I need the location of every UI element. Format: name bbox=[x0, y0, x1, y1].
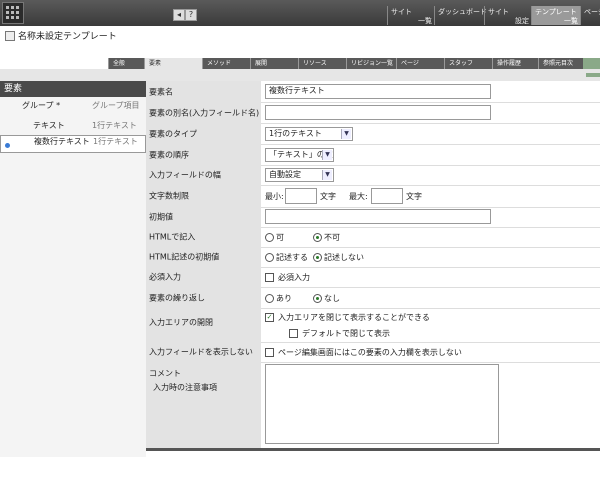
label-width: 入力フィールドの幅 bbox=[149, 170, 221, 180]
order-select[interactable]: 「テキスト」の次 ▼ bbox=[265, 148, 334, 162]
row-comment: コメント 入力時の注意事項 bbox=[146, 362, 600, 448]
form-bottom-border bbox=[146, 448, 600, 451]
charlimit-min-input[interactable] bbox=[285, 188, 317, 204]
selected-indicator-icon bbox=[5, 143, 10, 148]
nav-site-settings[interactable]: サイト 設定 bbox=[484, 6, 532, 25]
row-type: 要素のタイプ 1行のテキスト ▼ bbox=[146, 123, 600, 145]
label-area-toggle: 入力エリアの開閉 bbox=[149, 318, 213, 327]
label-order: 要素の順序 bbox=[149, 150, 189, 159]
label-element-name: 要素名 bbox=[149, 87, 173, 96]
row-charlimit: 文字数制限 最小: 文字 最大: 文字 bbox=[146, 185, 600, 208]
chevron-down-icon: ▼ bbox=[322, 170, 332, 180]
type-select[interactable]: 1行のテキスト ▼ bbox=[265, 127, 353, 141]
tab-bar: 全般 要素 メソッド 展開 リソース リビジョン一覧 ページ スタッフ 操作履歴… bbox=[0, 58, 600, 69]
tab-resources[interactable]: リソース bbox=[298, 58, 346, 69]
label-repeat: 要素の繰り返し bbox=[149, 293, 205, 302]
row-initial: 初期値 bbox=[146, 207, 600, 228]
label-charlimit: 文字数制限 bbox=[149, 191, 189, 201]
comment-textarea[interactable] bbox=[265, 364, 499, 444]
html-default-nowrite-radio[interactable] bbox=[313, 253, 322, 262]
html-input-yes-radio[interactable] bbox=[265, 233, 274, 242]
hide-field-checkbox[interactable] bbox=[265, 348, 274, 357]
app-logo-icon[interactable] bbox=[2, 2, 24, 24]
required-checkbox[interactable] bbox=[265, 273, 274, 282]
row-repeat: 要素の繰り返し あり なし bbox=[146, 287, 600, 309]
tab-bar-end bbox=[583, 58, 600, 69]
nav-template-list[interactable]: テンプレート 一覧 bbox=[531, 6, 581, 25]
chevron-down-icon: ▼ bbox=[341, 129, 351, 139]
nav-dashboard[interactable]: ダッシュボード bbox=[434, 6, 487, 25]
sidebar-item-multiline-text[interactable]: 複数行テキスト 1行テキスト bbox=[0, 135, 146, 153]
sidebar-item-group[interactable]: グループ * グループ項目 bbox=[0, 97, 146, 115]
help-icon[interactable]: ? bbox=[185, 9, 197, 21]
area-default-closed-checkbox[interactable] bbox=[289, 329, 298, 338]
row-html-default: HTML記述の初期値 記述する 記述しない bbox=[146, 247, 600, 268]
label-html-input: HTMLで記入 bbox=[149, 232, 196, 242]
label-comment-hint: 入力時の注意事項 bbox=[153, 383, 217, 392]
tab-elements[interactable]: 要素 bbox=[144, 58, 202, 69]
tab-pages[interactable]: ページ bbox=[396, 58, 444, 69]
initial-value-input[interactable] bbox=[265, 209, 491, 224]
label-hide-field: 入力フィールドを表示しない bbox=[149, 347, 253, 357]
tab-revisions[interactable]: リビジョン一覧 bbox=[346, 58, 396, 69]
label-html-default: HTML記述の初期値 bbox=[149, 252, 220, 262]
tab-history[interactable]: 操作履歴 bbox=[492, 58, 538, 69]
html-default-write-radio[interactable] bbox=[265, 253, 274, 262]
sidebar-header: 要素 bbox=[0, 81, 146, 97]
row-hide-field: 入力フィールドを表示しない ページ編集画面にはこの要素の入力欄を表示しない bbox=[146, 342, 600, 363]
row-required: 必須入力 必須入力 bbox=[146, 267, 600, 288]
collapse-handle[interactable] bbox=[586, 73, 600, 77]
label-type: 要素のタイプ bbox=[149, 129, 197, 138]
label-required: 必須入力 bbox=[149, 272, 181, 282]
template-icon bbox=[5, 31, 15, 41]
tab-expand[interactable]: 展開 bbox=[250, 58, 298, 69]
alias-input[interactable] bbox=[265, 105, 491, 120]
label-alias: 要素の別名(入力フィールド名) bbox=[149, 108, 260, 117]
tab-methods[interactable]: メソッド bbox=[202, 58, 250, 69]
row-area-toggle: 入力エリアの開閉 ✓ 入力エリアを閉じて表示することができる デフォルトで閉じて… bbox=[146, 308, 600, 343]
sidebar-item-text[interactable]: テキスト 1行テキスト bbox=[0, 117, 146, 135]
nav-page[interactable]: ページ bbox=[580, 6, 600, 25]
page-title: 名称未設定テンプレート bbox=[18, 32, 117, 42]
repeat-yes-radio[interactable] bbox=[265, 294, 274, 303]
tab-references[interactable]: 参照元目次 bbox=[538, 58, 583, 69]
label-initial: 初期値 bbox=[149, 212, 173, 222]
width-select[interactable]: 自動設定 ▼ bbox=[265, 168, 334, 182]
charlimit-min-unit: 文字 bbox=[320, 192, 336, 201]
repeat-no-radio[interactable] bbox=[313, 294, 322, 303]
chevron-down-icon: ▼ bbox=[322, 150, 332, 160]
tab-content-separator bbox=[0, 69, 600, 81]
label-comment: コメント bbox=[149, 369, 181, 378]
element-name-input[interactable]: 複数行テキスト bbox=[265, 84, 491, 99]
row-width: 入力フィールドの幅 自動設定 ▼ bbox=[146, 165, 600, 186]
title-bar: 名称未設定テンプレート bbox=[0, 26, 600, 44]
tab-general[interactable]: 全般 bbox=[108, 58, 144, 69]
charlimit-max-label: 最大: bbox=[349, 192, 368, 201]
tab-staff[interactable]: スタッフ bbox=[444, 58, 492, 69]
charlimit-max-input[interactable] bbox=[371, 188, 403, 204]
row-alias: 要素の別名(入力フィールド名) bbox=[146, 102, 600, 124]
nav-site-list[interactable]: サイト 一覧 bbox=[387, 6, 435, 25]
top-bar: ◂ ? サイト 一覧 ダッシュボード サイト 設定 テンプレート 一覧 ページ bbox=[0, 0, 600, 26]
area-toggle-checkbox[interactable]: ✓ bbox=[265, 313, 274, 322]
row-order: 要素の順序 「テキスト」の次 ▼ bbox=[146, 144, 600, 166]
charlimit-min-label: 最小: bbox=[265, 192, 284, 201]
row-element-name: 要素名 複数行テキスト bbox=[146, 81, 600, 103]
charlimit-max-unit: 文字 bbox=[406, 192, 422, 201]
back-icon[interactable]: ◂ bbox=[173, 9, 185, 21]
row-html-input: HTMLで記入 可 不可 bbox=[146, 227, 600, 248]
html-input-no-radio[interactable] bbox=[313, 233, 322, 242]
